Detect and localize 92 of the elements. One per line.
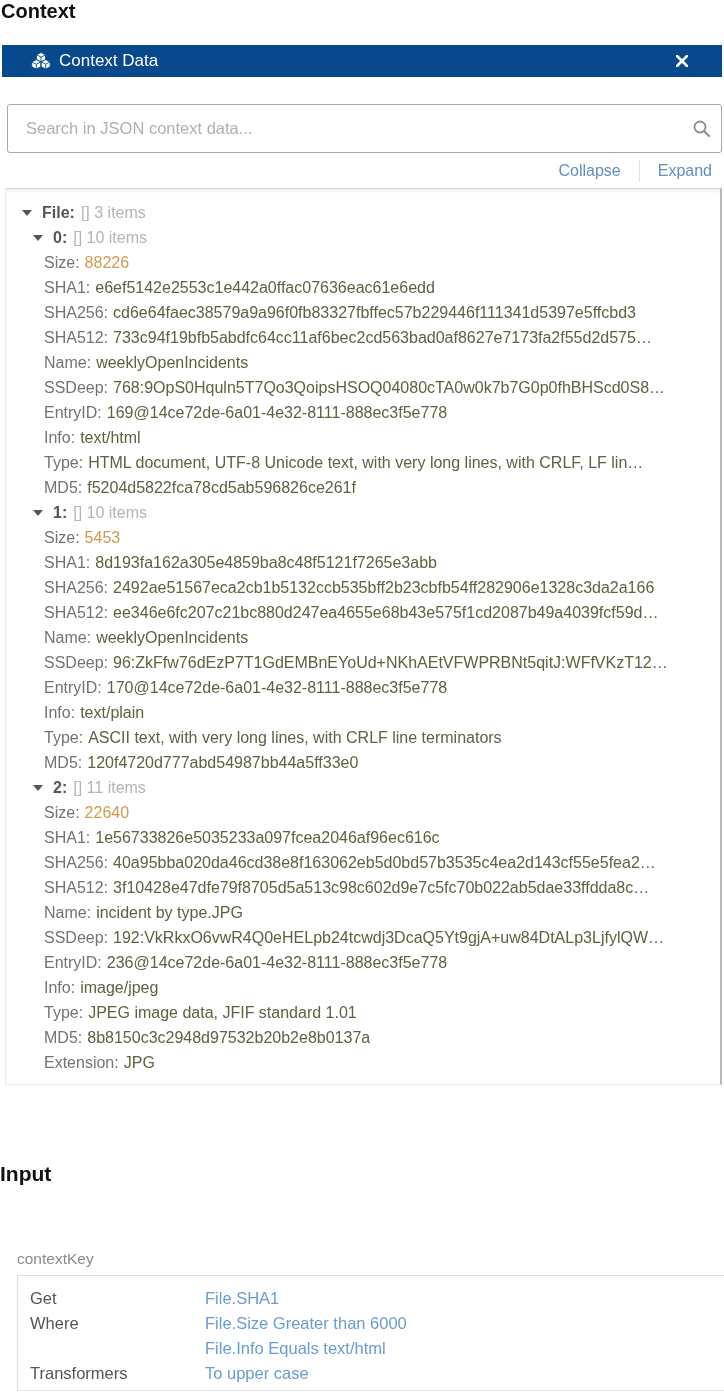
search-icon <box>693 120 710 137</box>
node-key: File: <box>42 203 75 222</box>
rule-label: Transformers <box>30 1363 128 1384</box>
rule-value-link[interactable]: File.Info Equals text/html <box>205 1336 386 1361</box>
field-value: e6ef5142e2553c1e442a0ffac07636eac61e6edd <box>95 278 435 297</box>
field-value: 3f10428e47dfe79f8705d5a513c98c602d9e7c5fc70b022ab5dae33ffdda8c… <box>113 878 650 897</box>
node-summary: [] 3 items <box>80 203 146 222</box>
cubes-icon <box>30 52 52 70</box>
field-key: MD5: <box>44 1028 83 1047</box>
field-label: contextKey <box>17 1250 94 1267</box>
field-key: Size: <box>44 253 80 272</box>
expand-link[interactable]: Expand <box>657 161 712 180</box>
field-key: SHA512: <box>44 878 109 897</box>
field-value: ASCII text, with very long lines, with CRLF line terminators <box>88 728 502 747</box>
field-value: JPG <box>123 1053 155 1072</box>
node-key: 2: <box>53 778 68 797</box>
field-key: Name: <box>44 628 92 647</box>
caret-icon[interactable] <box>33 234 43 241</box>
rule-value-link[interactable]: File.SHA1 <box>205 1286 280 1311</box>
search-field[interactable]: Search in JSON context data... <box>7 104 722 153</box>
field-value: 40a95bba020da46cd38e8f163062eb5d0bd57b3535c4ea2d143cf55e5fea2… <box>113 853 656 872</box>
collapse-link[interactable]: Collapse <box>558 161 621 180</box>
field-key: SHA1: <box>44 828 91 847</box>
field-key: EntryID: <box>44 953 102 972</box>
rule-label: Get <box>30 1288 57 1309</box>
field-key: Info: <box>44 428 76 447</box>
field-value: 2492ae51567eca2cb1b5132ccb535bff2b23cbfb54ff282906e1328c3da2a166 <box>113 578 655 597</box>
field-key: SHA256: <box>44 578 109 597</box>
field-value: 5453 <box>84 528 121 547</box>
rule-value-link[interactable]: File.Size Greater than 6000 <box>205 1311 407 1336</box>
field-value: 170@14ce72de-6a01-4e32-8111-888ec3f5e778 <box>106 678 448 697</box>
section-title: Input <box>0 1163 52 1185</box>
field-key: SHA1: <box>44 553 91 572</box>
field-key: Size: <box>44 528 80 547</box>
field-value: 236@14ce72de-6a01-4e32-8111-888ec3f5e778 <box>106 953 448 972</box>
field-key: Name: <box>44 353 92 372</box>
panel-title: Context Data <box>59 51 159 71</box>
field-value: 192:VkRkxO6vwR4Q0eHELpb24tcwdj3DcaQ5Yt9gjA+uw84DtALp3LjfylQW… <box>113 928 664 947</box>
field-value: weeklyOpenIncidents <box>96 353 249 372</box>
field-value: 768:9OpS0Hquln5T7Qo3QoipsHSOQ04080cTA0w0k7b7G0p0fhBHScd0S8… <box>113 378 666 397</box>
caret-icon[interactable] <box>33 509 43 516</box>
field-value: cd6e64faec38579a9a96f0fb83327fbffec57b229446f111341d5397e5ffcbd3 <box>113 303 636 322</box>
field-key: SHA512: <box>44 328 109 347</box>
field-value: f5204d5822fca78cd5ab596826ce261f <box>87 478 356 497</box>
field-key: MD5: <box>44 478 83 497</box>
field-value: ee346e6fc207c21bc880d247ea4655e68b43e575f1cd2087b49a4039fcf59d… <box>113 603 659 622</box>
field-value: 8d193fa162a305e4859ba8c48f5121f7265e3abb <box>95 553 437 572</box>
field-value: 120f4720d777abd54987bb44a5ff33e0 <box>87 753 359 772</box>
close-button[interactable] <box>676 55 688 67</box>
field-value: 8b8150c3c2948d97532b20b2e8b0137a <box>87 1028 371 1047</box>
node-key: 0: <box>53 228 68 247</box>
field-key: EntryID: <box>44 678 102 697</box>
field-value: 169@14ce72de-6a01-4e32-8111-888ec3f5e778 <box>106 403 448 422</box>
field-key: SHA1: <box>44 278 91 297</box>
field-value: 1e56733826e5035233a097fcea2046af96ec616c <box>95 828 440 847</box>
field-value: text/plain <box>80 703 145 722</box>
field-value: 96:ZkFfw76dEzP7T1GdEMBnEYoUd+NKhAEtVFWPRBNt5qitJ:WFfVKzT12… <box>113 653 668 672</box>
field-key: EntryID: <box>44 403 102 422</box>
field-key: Size: <box>44 803 80 822</box>
field-key: SSDeep: <box>44 928 109 947</box>
caret-icon[interactable] <box>22 209 32 216</box>
field-key: Extension: <box>44 1053 119 1072</box>
node-key: 1: <box>53 503 68 522</box>
field-value: image/jpeg <box>80 978 159 997</box>
field-key: Name: <box>44 903 92 922</box>
field-key: Type: <box>44 728 84 747</box>
field-value: text/html <box>80 428 141 447</box>
close-icon <box>676 55 688 67</box>
field-value: HTML document, UTF-8 Unicode text, with very long lines, with CRLF, LF lin… <box>88 453 644 472</box>
field-value: 88226 <box>84 253 130 272</box>
field-value: weeklyOpenIncidents <box>96 628 249 647</box>
field-key: SHA256: <box>44 303 109 322</box>
field-key: SSDeep: <box>44 378 109 397</box>
field-key: Info: <box>44 978 76 997</box>
section-title: Context <box>0 0 76 22</box>
field-key: Type: <box>44 453 84 472</box>
field-value: 733c94f19bfb5abdfc64cc11af6bec2cd563bad0af8627e7173fa2f55d2d575… <box>113 328 652 347</box>
field-key: MD5: <box>44 753 83 772</box>
caret-icon[interactable] <box>33 784 43 791</box>
field-key: SHA256: <box>44 853 109 872</box>
field-key: SSDeep: <box>44 653 109 672</box>
node-summary: [] 10 items <box>73 503 148 522</box>
field-value: 22640 <box>84 803 130 822</box>
field-key: Type: <box>44 1003 84 1022</box>
rule-value-link[interactable]: To upper case <box>205 1361 309 1386</box>
field-value: JPEG image data, JFIF standard 1.01 <box>88 1003 357 1022</box>
field-value: incident by type.JPG <box>96 903 243 922</box>
field-key: SHA512: <box>44 603 109 622</box>
rule-label: Where <box>30 1313 79 1334</box>
node-summary: [] 11 items <box>73 778 146 797</box>
node-summary: [] 10 items <box>73 228 148 247</box>
field-key: Info: <box>44 703 76 722</box>
